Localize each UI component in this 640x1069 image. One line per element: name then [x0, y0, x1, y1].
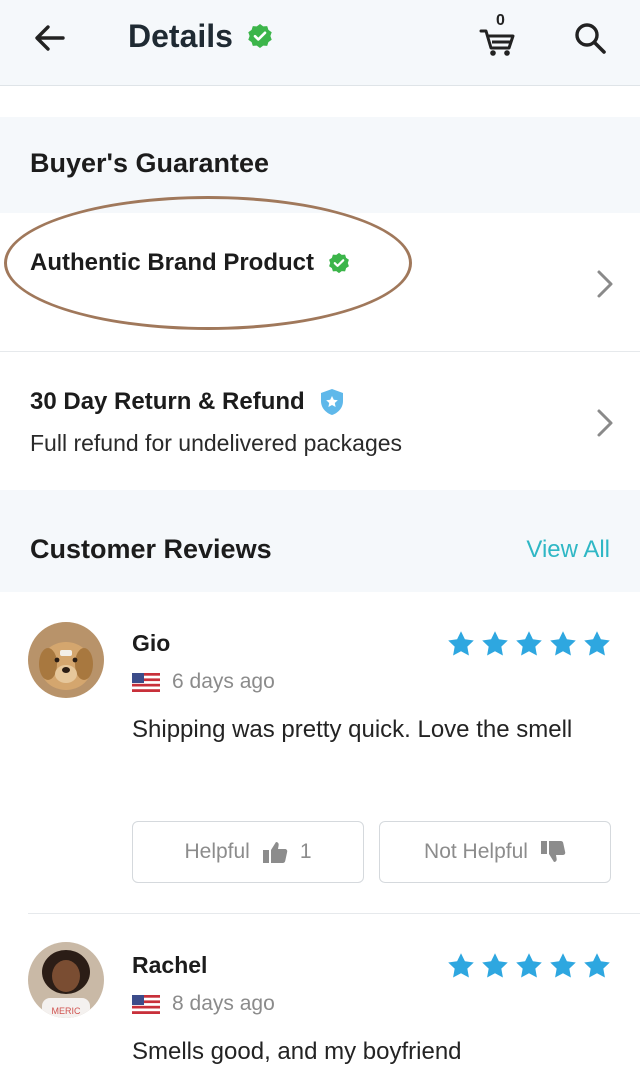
guarantee-item-authentic[interactable]: Authentic Brand Product: [0, 213, 640, 351]
person-avatar-image: MERIC: [28, 942, 104, 1018]
review-text: Smells good, and my boyfriend: [132, 1038, 462, 1065]
star-icon: [550, 953, 576, 978]
guarantee-item-title-wrap: 30 Day Return & Refund: [30, 388, 345, 416]
top-bar: Details 0: [0, 0, 640, 86]
page-title: Details: [128, 18, 233, 54]
helpful-button[interactable]: Helpful 1: [132, 821, 364, 883]
star-icon: [584, 631, 610, 656]
thumbs-down-icon: [540, 841, 566, 862]
guarantee-item-title-wrap: Authentic Brand Product: [30, 249, 350, 277]
chevron-right-icon: [597, 409, 613, 437]
star-icon: [448, 953, 474, 978]
star-icon: [584, 953, 610, 978]
star-icon: [550, 631, 576, 656]
helpful-count: 1: [299, 840, 312, 863]
guarantee-header: Buyer's Guarantee: [0, 117, 640, 213]
guarantee-item-return[interactable]: 30 Day Return & Refund Full refund for u…: [0, 352, 640, 490]
reviews-title: Customer Reviews: [30, 534, 272, 564]
not-helpful-label: Not Helpful: [424, 840, 528, 863]
review-meta: 8 days ago: [132, 992, 275, 1016]
review-time: 8 days ago: [172, 992, 275, 1015]
guarantee-item-title: Authentic Brand Product: [30, 249, 315, 276]
back-button[interactable]: [26, 14, 74, 62]
not-helpful-button[interactable]: Not Helpful: [379, 821, 611, 883]
review-meta: 6 days ago: [132, 670, 275, 694]
cart-button[interactable]: 0: [474, 12, 522, 62]
review-item: Gio 6 days ago Shipping was pretty quick…: [0, 592, 640, 914]
guarantee-item-title: 30 Day Return & Refund: [30, 388, 305, 415]
us-flag-icon: [132, 672, 160, 692]
helpful-label: Helpful: [184, 840, 250, 863]
view-all-link[interactable]: View All: [526, 536, 610, 564]
star-rating: [446, 952, 612, 980]
spacer: [0, 87, 640, 117]
star-icon: [482, 631, 508, 656]
star-icon: [482, 953, 508, 978]
avatar[interactable]: [28, 622, 104, 698]
cart-count: 0: [496, 12, 505, 29]
reviews-header: Customer Reviews View All: [0, 490, 640, 592]
reviewer-name: Gio: [132, 630, 171, 656]
search-button[interactable]: [566, 14, 614, 62]
search-icon: [575, 23, 606, 54]
star-icon: [516, 631, 542, 656]
arrow-left-icon: [35, 25, 65, 51]
guarantee-title: Buyer's Guarantee: [30, 148, 270, 178]
verified-check-icon: [329, 252, 349, 274]
review-time: 6 days ago: [172, 670, 275, 693]
star-icon: [448, 631, 474, 656]
guarantee-item-subtitle: Full refund for undelivered packages: [30, 430, 403, 456]
page-title-wrap: Details: [128, 16, 273, 56]
chevron-right-icon: [597, 270, 613, 298]
dog-avatar-image: [28, 622, 104, 698]
svg-text:MERIC: MERIC: [52, 1006, 82, 1016]
review-text: Shipping was pretty quick. Love the smel…: [132, 716, 573, 743]
avatar[interactable]: MERIC: [28, 942, 104, 1018]
star-rating: [446, 630, 612, 658]
reviewer-name: Rachel: [132, 952, 208, 978]
star-icon: [516, 953, 542, 978]
thumbs-up-icon: [262, 842, 288, 863]
verified-check-icon: [248, 24, 272, 48]
review-item: MERIC Rachel 8 days ago Smells good, and…: [0, 914, 640, 1067]
shield-star-icon: [320, 389, 343, 415]
us-flag-icon: [132, 994, 160, 1014]
